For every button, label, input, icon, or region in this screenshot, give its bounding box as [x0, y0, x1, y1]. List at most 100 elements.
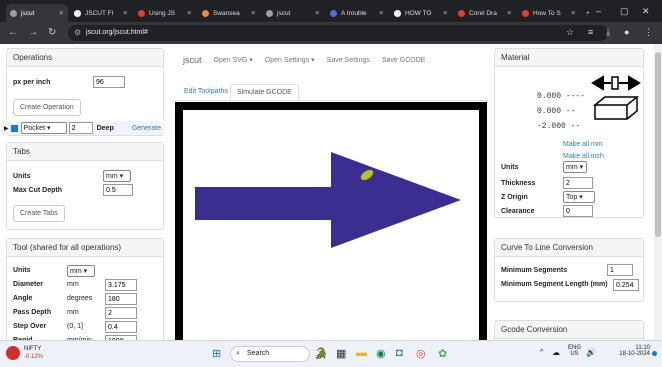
tab-close-icon[interactable]: ✕ — [248, 9, 256, 17]
make-all-inch-link[interactable]: Make all inch — [563, 153, 604, 160]
browser-tab[interactable]: HOW TO ✕ — [390, 4, 452, 22]
animal-widget-icon[interactable]: 🐊 — [314, 347, 328, 360]
min-segment-length-input[interactable] — [613, 279, 639, 291]
tabs-units-select[interactable]: mm ▾ — [103, 170, 131, 182]
tab-close-icon[interactable]: ✕ — [568, 9, 576, 17]
operation-type-value: Pocket — [23, 125, 46, 132]
save-settings-button[interactable]: Save Settings — [327, 57, 370, 64]
browser-tab[interactable]: How To S ✕ — [518, 4, 580, 22]
min-segments-input[interactable] — [607, 264, 633, 276]
browser-tab[interactable]: Using JS ✕ — [134, 4, 196, 22]
menu-icon[interactable]: ⋮ — [644, 27, 653, 38]
page-scrollbar[interactable] — [654, 44, 662, 340]
clock[interactable]: 11:10 18-10-2024 — [610, 345, 650, 357]
bookmark-star-icon[interactable]: ☆ — [566, 27, 574, 38]
clearance-input[interactable] — [563, 205, 593, 217]
url-field[interactable]: ⚙ jscut.org/jscut.html# — [68, 25, 608, 41]
maximize-button[interactable]: ▢ — [620, 6, 629, 17]
back-icon[interactable]: ← — [8, 27, 18, 38]
generate-link[interactable]: Generate — [132, 125, 161, 132]
address-bar-row: ← → ↻ ⚙ jscut.org/jscut.html# ☆ ≡ ⤓ ● ⋮ — [0, 22, 662, 44]
edge-icon[interactable]: ◉ — [376, 347, 386, 360]
minimize-button[interactable]: – — [596, 6, 601, 16]
tab-title: jscut — [21, 9, 35, 17]
tool-units-select[interactable]: mm ▾ — [67, 265, 95, 277]
tool-row-input[interactable] — [105, 293, 137, 305]
tab-close-icon[interactable]: ✕ — [120, 9, 128, 17]
task-view-icon[interactable]: ▦ — [336, 347, 346, 360]
tab-close-icon[interactable]: ✕ — [312, 9, 320, 17]
new-tab-button[interactable]: + — [582, 4, 594, 22]
tab-close-icon[interactable]: ✕ — [376, 9, 384, 17]
language-indicator[interactable]: ENG US — [568, 345, 581, 357]
operation-type-select[interactable]: Pocket ▾ — [20, 122, 67, 134]
tool-row-unit: mm — [67, 281, 79, 288]
extensions-icon[interactable]: ≡ — [588, 27, 593, 37]
jscut-brand[interactable]: jscut — [183, 55, 202, 65]
material-top-value: 0.000 — [537, 92, 562, 101]
tabs-units-label: Units — [13, 173, 31, 180]
make-all-mm-link[interactable]: Make all mm — [563, 141, 603, 148]
chrome-icon[interactable]: ◎ — [416, 347, 426, 360]
material-units-value: mm — [566, 164, 578, 171]
jscut-page: Operations px per inch Create Operation … — [0, 44, 662, 340]
thickness-label: Thickness — [501, 180, 536, 187]
file-explorer-icon[interactable]: ▬ — [356, 347, 367, 359]
reload-icon[interactable]: ↻ — [48, 27, 56, 38]
forward-icon[interactable]: → — [28, 27, 38, 38]
browser-tab[interactable]: jscut ✕ — [262, 4, 324, 22]
close-window-button[interactable]: ✕ — [642, 6, 650, 17]
max-cut-depth-input[interactable] — [103, 184, 133, 196]
tab-close-icon[interactable]: ✕ — [184, 9, 192, 17]
tab-favicon-icon — [138, 9, 145, 17]
operation-enabled-checkbox[interactable] — [10, 124, 18, 132]
browser-tab[interactable]: JSCUT FI ✕ — [70, 4, 132, 22]
browser-tab[interactable]: Corel Dra ✕ — [454, 4, 516, 22]
browser-tab[interactable]: Swansea ✕ — [198, 4, 260, 22]
stock-widget-icon[interactable] — [6, 346, 20, 360]
app-icon[interactable]: ✿ — [438, 347, 447, 360]
create-tabs-button[interactable]: Create Tabs — [13, 205, 65, 222]
expand-icon[interactable]: ▶ — [4, 125, 9, 132]
simulation-canvas[interactable] — [175, 102, 487, 340]
browser-tab[interactable]: A trouble ✕ — [326, 4, 388, 22]
create-operation-button[interactable]: Create Operation — [13, 99, 81, 116]
material-units-select[interactable]: mm ▾ — [563, 161, 587, 173]
taskbar-search[interactable]: ⌕ Search — [230, 346, 310, 362]
windows-start-icon[interactable]: ⊞ — [212, 347, 221, 360]
tool-panel: Tool (shared for all operations) Units mm… — [6, 238, 164, 340]
save-gcode-button[interactable]: Save GCODE — [382, 57, 426, 64]
tab-title: Swansea — [213, 9, 240, 17]
tab-close-icon[interactable]: ✕ — [504, 9, 512, 17]
stock-name[interactable]: NIFTY — [24, 346, 41, 352]
store-icon[interactable]: ◘ — [396, 347, 403, 359]
tab-edit-toolpaths[interactable]: Edit Toolpaths — [178, 84, 234, 100]
operation-depth-input[interactable] — [68, 122, 93, 134]
tab-favicon-icon — [330, 9, 337, 17]
site-info-icon[interactable]: ⚙ — [74, 25, 81, 41]
curve-title: Curve To Line Conversion — [495, 239, 643, 257]
download-icon[interactable]: ⤓ — [606, 27, 610, 38]
tray-chevron-icon[interactable]: ^ — [540, 349, 543, 356]
notification-icon[interactable] — [652, 351, 657, 356]
z-origin-select[interactable]: Top ▾ — [563, 191, 595, 203]
scrollbar-thumb[interactable] — [655, 52, 661, 237]
thickness-input[interactable] — [563, 177, 593, 189]
network-tray-icon[interactable]: ☁ — [552, 348, 560, 357]
open-settings-menu[interactable]: Open Settings ▾ — [265, 56, 315, 64]
operation-row: ▶ Pocket ▾ Deep Generate — [2, 121, 164, 135]
px-per-inch-input[interactable] — [93, 76, 125, 88]
z-origin-value: Top — [566, 194, 578, 201]
wifi-speaker-icon[interactable]: 🔊 — [586, 348, 596, 357]
tab-favicon-icon — [202, 9, 209, 17]
tab-close-icon[interactable]: ✕ — [56, 9, 64, 17]
tab-close-icon[interactable]: ✕ — [440, 9, 448, 17]
tab-simulate-gcode[interactable]: Simulate GCODE — [230, 84, 299, 100]
profile-icon[interactable]: ● — [624, 27, 629, 37]
browser-tab[interactable]: jscut ✕ — [6, 4, 68, 22]
tab-favicon-icon — [74, 9, 81, 17]
open-svg-menu[interactable]: Open SVG ▾ — [214, 56, 253, 64]
tool-row-input[interactable] — [105, 321, 137, 333]
tool-row-input[interactable] — [105, 279, 137, 291]
tool-row-input[interactable] — [105, 307, 137, 319]
